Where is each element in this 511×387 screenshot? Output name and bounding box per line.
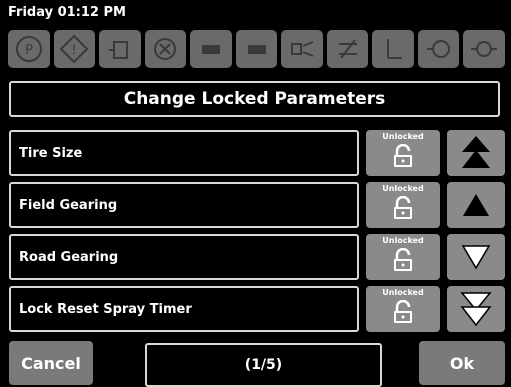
page-down-button[interactable] — [447, 286, 505, 332]
scroll-up-button[interactable] — [447, 182, 505, 228]
page-down-icon — [460, 292, 492, 327]
scroll-down-button[interactable] — [447, 234, 505, 280]
parameter-row-lock-reset-spray-timer[interactable]: Lock Reset Spray Timer — [9, 286, 359, 332]
unlocked-padlock-icon — [394, 144, 412, 167]
parking-brake-icon: P — [8, 30, 50, 68]
parameter-row-tire-size[interactable]: Tire Size — [9, 130, 359, 176]
lock-status-label: Unlocked — [382, 236, 424, 245]
lock-status-label: Unlocked — [382, 184, 424, 193]
lock-toggle-lock-reset-spray-timer[interactable]: Unlocked — [366, 286, 440, 332]
parameter-label: Field Gearing — [19, 197, 118, 213]
pump-off-icon — [235, 30, 278, 68]
lock-toggle-tire-size[interactable]: Unlocked — [366, 130, 440, 176]
page-title: Change Locked Parameters — [9, 81, 500, 117]
coolant-icon — [463, 30, 506, 68]
warning-lights-bar: P ! — [8, 30, 506, 68]
up-icon — [463, 194, 489, 216]
unlocked-padlock-icon — [394, 300, 412, 323]
status-datetime: Friday 01:12 PM — [8, 5, 126, 20]
spray-tank-icon — [144, 30, 187, 68]
parameter-label: Road Gearing — [19, 249, 119, 265]
lock-toggle-road-gearing[interactable]: Unlocked — [366, 234, 440, 280]
svg-text:P: P — [25, 43, 33, 58]
parameter-row-road-gearing[interactable]: Road Gearing — [9, 234, 359, 280]
page-indicator: (1/5) — [145, 343, 382, 387]
svg-text:!: ! — [72, 43, 77, 58]
pump-icon — [190, 30, 232, 68]
lock-toggle-field-gearing[interactable]: Unlocked — [366, 182, 440, 228]
engine-icon — [417, 30, 460, 68]
spray-nozzle-icon — [281, 30, 323, 68]
unlocked-padlock-icon — [394, 248, 412, 271]
tank-flow-icon — [372, 30, 414, 68]
parameter-row-field-gearing[interactable]: Field Gearing — [9, 182, 359, 228]
warning-icon: ! — [53, 30, 96, 68]
down-icon — [461, 245, 491, 270]
unlocked-padlock-icon — [394, 196, 412, 219]
page-up-icon — [462, 136, 490, 168]
lock-status-label: Unlocked — [382, 132, 424, 141]
page-up-button[interactable] — [447, 130, 505, 176]
cancel-button[interactable]: Cancel — [9, 341, 93, 385]
fluid-level-icon — [99, 30, 141, 68]
ok-button[interactable]: Ok — [419, 341, 505, 385]
spray-off-icon — [326, 30, 369, 68]
parameter-label: Tire Size — [19, 145, 83, 161]
lock-status-label: Unlocked — [382, 288, 424, 297]
parameter-label: Lock Reset Spray Timer — [19, 301, 192, 317]
